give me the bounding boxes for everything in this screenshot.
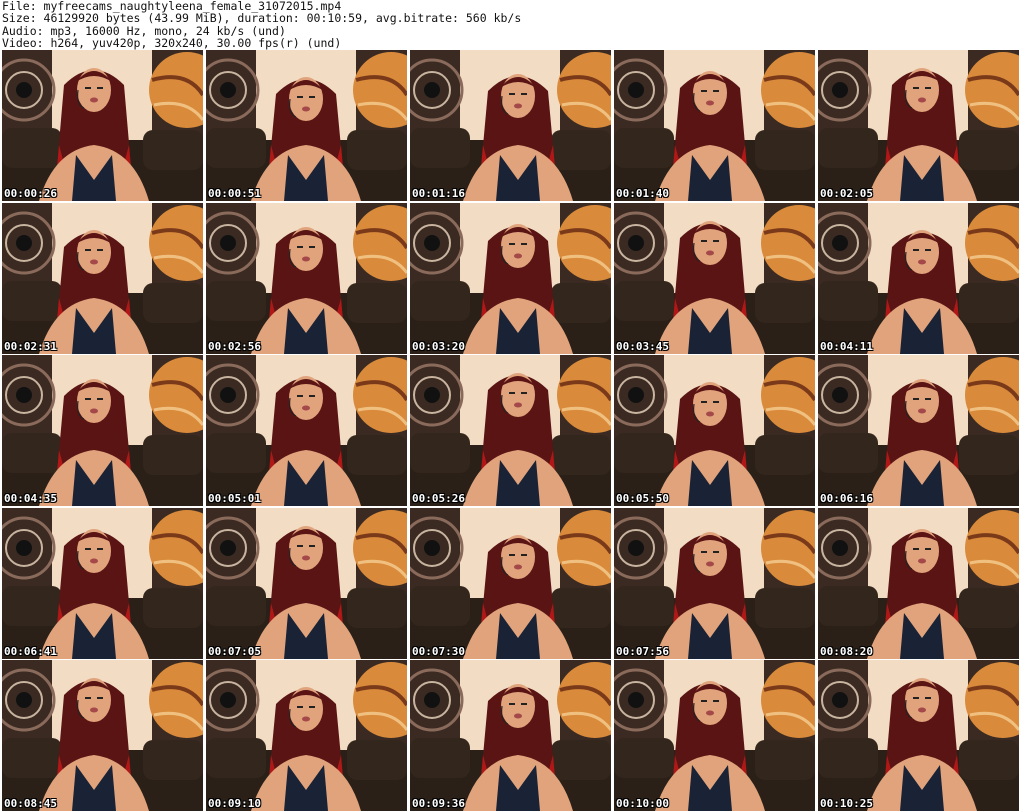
video-frame-image (2, 202, 203, 354)
video-frame-image (818, 50, 1019, 201)
thumbnail-timestamp: 00:03:45 (616, 339, 669, 353)
video-info-line: Video: h264, yuv420p, 320x240, 30.00 fps… (2, 36, 342, 51)
thumbnail-timestamp: 00:07:56 (616, 644, 669, 658)
video-frame-image (614, 202, 815, 354)
video-thumbnail[interactable]: 00:03:20 (410, 202, 611, 354)
video-frame-image (206, 355, 407, 506)
video-thumbnail[interactable]: 00:00:26 (2, 50, 203, 201)
video-frame-image (410, 202, 611, 354)
video-thumbnail[interactable]: 00:03:45 (614, 202, 815, 354)
video-thumbnail[interactable]: 00:02:56 (206, 202, 407, 354)
video-thumbnail[interactable]: 00:04:11 (818, 202, 1019, 354)
video-frame-image (818, 355, 1019, 506)
video-thumbnail[interactable]: 00:02:31 (2, 202, 203, 354)
thumbnail-timestamp: 00:09:10 (208, 797, 261, 810)
video-thumbnail[interactable]: 00:06:16 (818, 355, 1019, 506)
thumbnail-timestamp: 00:10:25 (820, 797, 873, 810)
thumbnail-timestamp: 00:00:51 (208, 187, 261, 200)
video-thumbnail[interactable]: 00:02:05 (818, 50, 1019, 201)
file-size-line: Size: 46129920 bytes (43.99 MiB), durati… (2, 11, 522, 26)
video-thumbnail[interactable]: 00:08:45 (2, 660, 203, 811)
video-frame-image (410, 507, 611, 659)
video-thumbnail[interactable]: 00:05:26 (410, 355, 611, 506)
thumbnail-timestamp: 00:07:30 (412, 644, 465, 658)
thumbnail-timestamp: 00:04:35 (4, 492, 57, 505)
thumbnail-timestamp: 00:03:20 (412, 339, 465, 353)
video-frame-image (410, 660, 611, 811)
video-thumbnail[interactable]: 00:08:20 (818, 507, 1019, 659)
thumbnail-timestamp: 00:02:05 (820, 187, 873, 200)
video-frame-image (818, 660, 1019, 811)
video-frame-image (206, 507, 407, 659)
video-thumbnail[interactable]: 00:01:16 (410, 50, 611, 201)
thumbnail-timestamp: 00:05:50 (616, 492, 669, 505)
video-frame-image (206, 50, 407, 201)
video-frame-image (2, 507, 203, 659)
thumbnail-timestamp: 00:05:26 (412, 492, 465, 505)
video-frame-image (206, 660, 407, 811)
thumbnail-timestamp: 00:04:11 (820, 339, 873, 353)
thumbnail-timestamp: 00:08:45 (4, 797, 57, 810)
video-frame-image (2, 355, 203, 506)
video-frame-image (2, 660, 203, 811)
thumbnail-timestamp: 00:02:56 (208, 339, 261, 353)
thumbnail-timestamp: 00:07:05 (208, 644, 261, 658)
thumbnail-timestamp: 00:10:00 (616, 797, 669, 810)
video-frame-image (410, 50, 611, 201)
video-thumbnail[interactable]: 00:00:51 (206, 50, 407, 201)
thumbnail-timestamp: 00:06:41 (4, 644, 57, 658)
video-thumbnail[interactable]: 00:04:35 (2, 355, 203, 506)
video-thumbnail[interactable]: 00:09:10 (206, 660, 407, 811)
video-frame-image (614, 355, 815, 506)
video-frame-image (614, 507, 815, 659)
video-thumbnail[interactable]: 00:09:36 (410, 660, 611, 811)
video-frame-image (614, 50, 815, 201)
video-frame-image (206, 202, 407, 354)
thumbnail-timestamp: 00:00:26 (4, 187, 57, 200)
thumbnail-timestamp: 00:08:20 (820, 644, 873, 658)
video-thumbnail[interactable]: 00:01:40 (614, 50, 815, 201)
video-thumbnail[interactable]: 00:10:00 (614, 660, 815, 811)
thumbnail-timestamp: 00:06:16 (820, 492, 873, 505)
thumbnail-timestamp: 00:01:16 (412, 187, 465, 200)
video-frame-image (410, 355, 611, 506)
file-info-header: File: myfreecams_naughtyleena_female_310… (2, 0, 1020, 50)
video-thumbnail[interactable]: 00:06:41 (2, 507, 203, 659)
video-thumbnail[interactable]: 00:05:50 (614, 355, 815, 506)
thumbnail-timestamp: 00:05:01 (208, 492, 261, 505)
video-thumbnail[interactable]: 00:07:30 (410, 507, 611, 659)
video-thumbnail[interactable]: 00:07:56 (614, 507, 815, 659)
thumbnail-timestamp: 00:09:36 (412, 797, 465, 810)
thumbnail-grid: 00:00:26 00:00:51 00:01:16 00:01:40 00:02:05… (2, 50, 1019, 811)
video-frame-image (818, 202, 1019, 354)
video-frame-image (2, 50, 203, 201)
thumbnail-timestamp: 00:02:31 (4, 339, 57, 353)
video-frame-image (614, 660, 815, 811)
video-thumbnail[interactable]: 00:05:01 (206, 355, 407, 506)
video-thumbnail[interactable]: 00:07:05 (206, 507, 407, 659)
video-thumbnail[interactable]: 00:10:25 (818, 660, 1019, 811)
video-frame-image (818, 507, 1019, 659)
thumbnail-timestamp: 00:01:40 (616, 187, 669, 200)
